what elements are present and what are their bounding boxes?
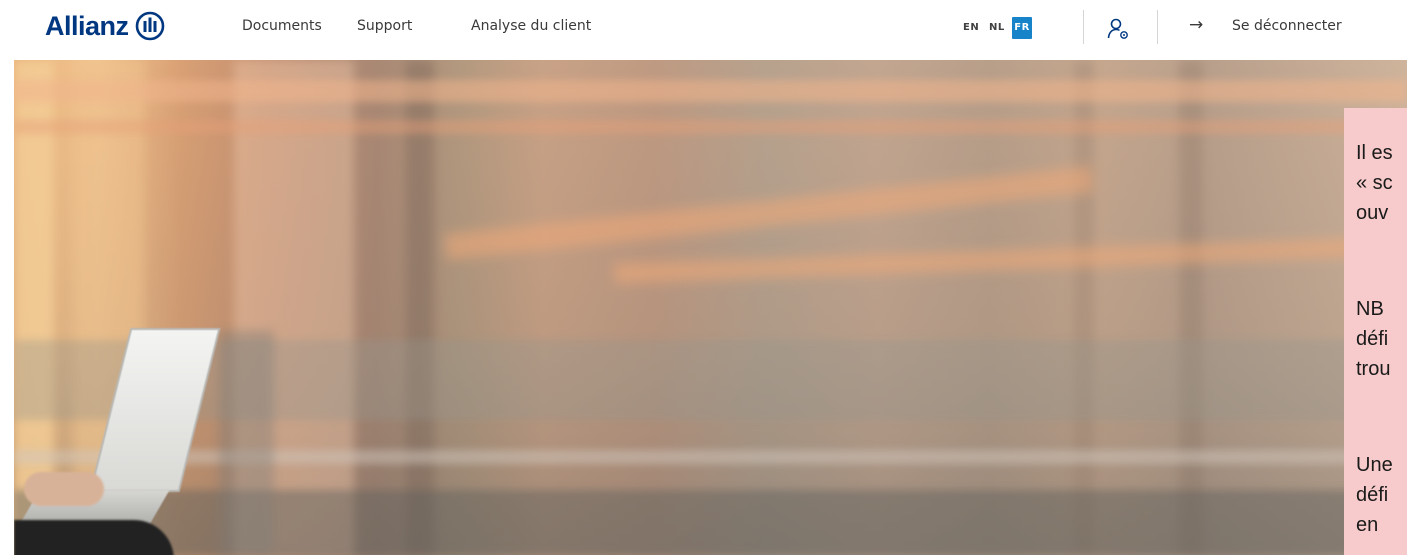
hero-image — [14, 60, 1407, 555]
user-settings-icon[interactable] — [1106, 17, 1130, 41]
hand-illustration — [24, 472, 104, 506]
language-nl[interactable]: NL — [989, 17, 1005, 39]
allianz-logo[interactable]: Allianz — [45, 9, 165, 43]
logout-link[interactable]: Se déconnecter — [1232, 18, 1342, 34]
info-note-panel: Il es « sc ouv NB défi trou Une défi en — [1344, 108, 1407, 555]
divider — [1083, 10, 1084, 44]
nav-link-client-analysis[interactable]: Analyse du client — [471, 18, 591, 34]
top-navigation-bar: Allianz Documents Support Analyse du cli… — [0, 0, 1407, 60]
person-illustration — [14, 520, 174, 555]
note-paragraph: Il es « sc ouv — [1356, 142, 1393, 224]
note-paragraph: NB défi trou — [1356, 298, 1391, 380]
note-paragraph: Une défi en — [1356, 454, 1393, 536]
language-en[interactable]: EN — [963, 17, 979, 39]
divider — [1157, 10, 1158, 44]
arrow-right-icon[interactable]: → — [1189, 15, 1203, 35]
nav-link-documents[interactable]: Documents — [242, 18, 322, 34]
nav-link-support[interactable]: Support — [357, 18, 412, 34]
allianz-eagle-icon — [135, 11, 164, 41]
language-fr[interactable]: FR — [1012, 17, 1032, 39]
brand-name: Allianz — [45, 10, 129, 41]
